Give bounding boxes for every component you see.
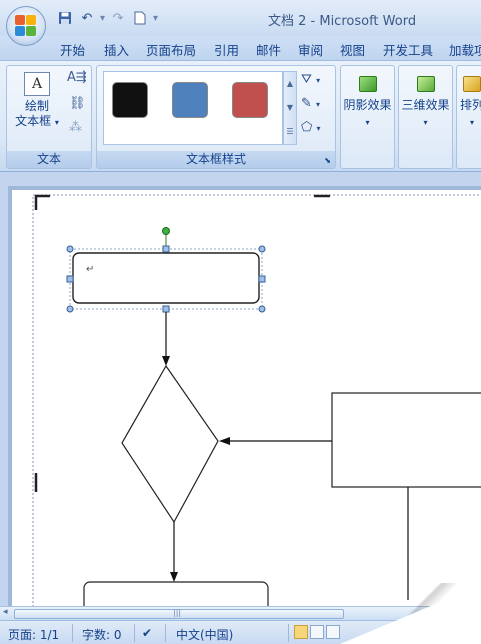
office-logo-icon [15, 15, 37, 37]
document-page[interactable] [12, 190, 481, 610]
text-group: A 绘制 文本框 ▾ A⇶ ⛓ ⁂ 文本 [6, 65, 92, 169]
page-count[interactable]: 页面: 1/1 [8, 626, 59, 643]
tab-references[interactable]: 引用 [214, 40, 239, 59]
office-button[interactable] [6, 6, 46, 46]
style-swatch-black[interactable] [112, 82, 148, 118]
chevron-down-icon: ▾ [469, 118, 474, 127]
status-divider [72, 624, 73, 642]
draw-textbox-button[interactable]: A 绘制 文本框 ▾ [13, 72, 61, 130]
ribbon: A 绘制 文本框 ▾ A⇶ ⛓ ⁂ 文本 ▲ ▼ ☰ ⛛ ▾ ✎ ▾ ⬠ ▾ 文… [0, 60, 481, 172]
undo-icon[interactable]: ↶ [78, 10, 96, 26]
outline-color-icon[interactable]: ✎ ▾ [301, 96, 320, 111]
textbox-icon: A [24, 72, 50, 96]
new-document-icon[interactable] [131, 10, 149, 26]
shadow-effects-button[interactable]: 阴影效果 ▾ [341, 70, 394, 130]
status-divider [134, 624, 135, 642]
break-link-icon[interactable]: ⁂ [69, 120, 82, 135]
tab-home[interactable]: 开始 [60, 40, 85, 59]
arrange-icon [463, 76, 481, 92]
tab-mailings[interactable]: 邮件 [256, 40, 281, 59]
arrange-label: 排列 [459, 98, 481, 112]
shadow-effects-label: 阴影效果 [343, 98, 392, 112]
3d-effects-button[interactable]: 三维效果 ▾ [399, 70, 452, 130]
tab-addins[interactable]: 加载项 [449, 40, 481, 59]
3d-effects-group: 三维效果 ▾ [398, 65, 453, 169]
textbox-styles-label: 文本框样式 [97, 151, 335, 168]
shadow-icon [358, 76, 377, 92]
proofing-icon[interactable]: ✔ [142, 626, 152, 640]
shadow-effects-group: 阴影效果 ▾ [340, 65, 395, 169]
window-title: 文档 2 - Microsoft Word [268, 14, 417, 29]
paragraph-mark: ↵ [86, 264, 95, 275]
chevron-down-icon: ▾ [423, 118, 428, 127]
title-bar: ↶ ▾ ↷ ▾ 文档 2 - Microsoft Word [0, 0, 481, 36]
text-group-label: 文本 [7, 151, 91, 168]
style-swatch-blue[interactable] [172, 82, 208, 118]
arrange-button[interactable]: 排列 ▾ [457, 70, 481, 130]
style-swatch-red[interactable] [232, 82, 268, 118]
3d-effects-label: 三维效果 [401, 98, 450, 112]
word-count[interactable]: 字数: 0 [82, 626, 122, 643]
language-indicator[interactable]: 中文(中国) [176, 626, 233, 643]
tab-insert[interactable]: 插入 [104, 40, 129, 59]
chevron-down-icon: ▾ [365, 118, 370, 127]
grip-icon: ||| [173, 608, 182, 617]
vertical-ruler-strip [0, 186, 8, 606]
scroll-up-icon[interactable]: ▲ [284, 72, 296, 96]
style-gallery-scroll[interactable]: ▲ ▼ ☰ [283, 71, 297, 145]
text-direction-icon[interactable]: A⇶ [67, 70, 87, 85]
textbox-styles-group: ▲ ▼ ☰ ⛛ ▾ ✎ ▾ ⬠ ▾ 文本框样式 ⬊ [96, 65, 336, 169]
status-divider [165, 624, 166, 642]
scroll-thumb[interactable]: ||| [14, 608, 344, 619]
link-icon[interactable]: ⛓ [69, 96, 86, 111]
scroll-down-icon[interactable]: ▼ [284, 96, 296, 120]
scroll-left-icon[interactable]: ◂ [3, 607, 8, 617]
tab-page-layout[interactable]: 页面布局 [146, 40, 196, 59]
draw-textbox-label-1: 绘制 [24, 99, 49, 113]
save-icon[interactable] [56, 10, 74, 26]
quick-access-toolbar: ↶ ▾ ↷ ▾ [56, 10, 158, 26]
draw-textbox-label-2: 文本框 ▾ [15, 114, 59, 128]
fill-color-icon[interactable]: ⛛ ▾ [301, 72, 320, 87]
status-divider [288, 624, 289, 642]
customize-icon[interactable]: ▾ [153, 13, 158, 24]
tab-view[interactable]: 视图 [340, 40, 365, 59]
tab-developer[interactable]: 开发工具 [383, 40, 433, 59]
redo-icon[interactable]: ↷ [109, 10, 127, 26]
change-shape-icon[interactable]: ⬠ ▾ [301, 120, 320, 135]
full-screen-reading-view-icon[interactable] [310, 625, 324, 639]
dialog-launcher-icon[interactable]: ⬊ [324, 156, 331, 165]
3d-cube-icon [416, 76, 435, 92]
arrange-group: 排列 ▾ [456, 65, 481, 169]
ribbon-tabs: 开始 插入 页面布局 引用 邮件 审阅 视图 开发工具 加载项 [0, 36, 481, 60]
style-gallery [103, 71, 283, 145]
print-layout-view-icon[interactable] [294, 625, 308, 639]
undo-dropdown-icon[interactable]: ▾ [100, 13, 105, 24]
gallery-more-icon[interactable]: ☰ [284, 120, 296, 144]
tab-review[interactable]: 审阅 [298, 40, 323, 59]
horizontal-ruler-strip [0, 172, 481, 186]
